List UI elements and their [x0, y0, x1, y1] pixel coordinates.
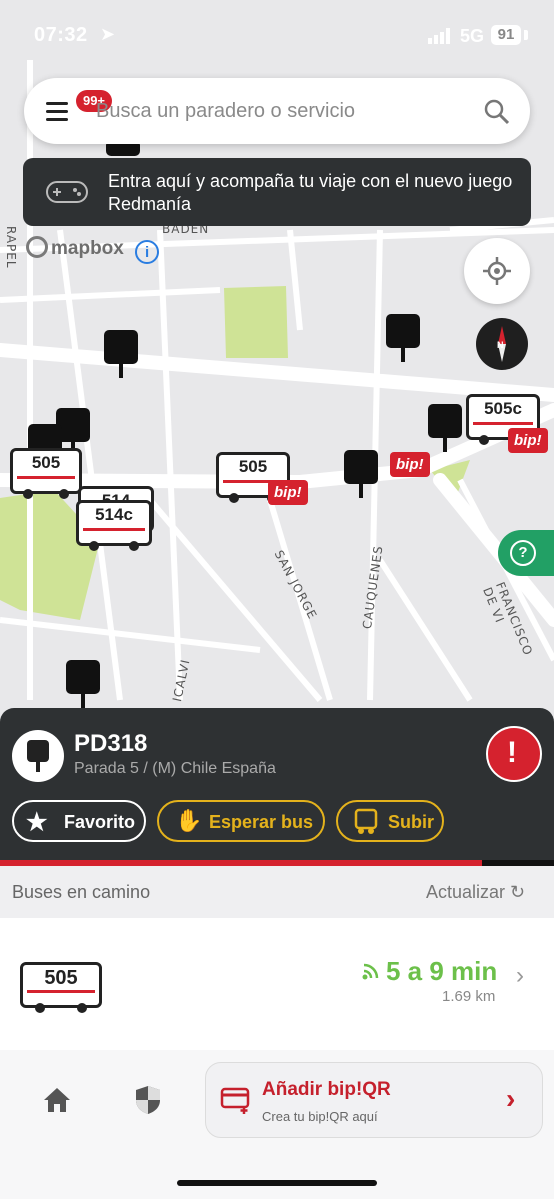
- board-label: Subir: [388, 812, 435, 832]
- search-bar[interactable]: 99+ Busca un paradero o servicio: [24, 78, 530, 144]
- bus-stop-icon[interactable]: [66, 660, 100, 710]
- gamepad-icon: [46, 181, 88, 203]
- add-bipqr-button[interactable]: Añadir bip!QR Crea tu bip!QR aquí ›: [205, 1062, 543, 1138]
- bip-point-marker[interactable]: bip!: [268, 480, 308, 505]
- locate-me-button[interactable]: [464, 238, 530, 304]
- status-bar: 07:32 ➤ 5G 91: [0, 0, 554, 70]
- bus-board-icon: [354, 808, 378, 834]
- redmania-banner[interactable]: Entra aquí y acompaña tu viaje con el nu…: [23, 158, 531, 226]
- stop-panel: PD318 Parada 5 / (M) Chile España ! ★ Fa…: [0, 708, 554, 866]
- bipqr-title: Añadir bip!QR: [262, 1079, 391, 1100]
- bus-stop-icon[interactable]: [386, 314, 420, 364]
- mapbox-attribution[interactable]: mapbox i: [26, 236, 160, 264]
- refresh-button[interactable]: Actualizar ↻: [426, 882, 525, 903]
- star-icon: ★: [26, 809, 48, 836]
- report-alert-button[interactable]: !: [486, 726, 542, 782]
- bus-marker[interactable]: 505: [10, 448, 82, 499]
- bus-stop-icon[interactable]: [104, 330, 138, 380]
- bus-marker[interactable]: 514c: [76, 500, 152, 551]
- bus-eta: 5 a 9 min: [386, 956, 498, 986]
- chevron-right-icon: ›: [516, 962, 524, 989]
- info-icon[interactable]: i: [135, 240, 160, 264]
- buses-section-header: Buses en camino Actualizar ↻: [0, 866, 554, 918]
- battery-level: 91: [491, 25, 521, 45]
- bus-route-label: 514c: [95, 505, 133, 524]
- location-arrow-icon: ➤: [100, 24, 116, 44]
- compass-north-label: N: [497, 340, 504, 350]
- hand-raise-icon: ✋: [175, 808, 203, 833]
- wait-bus-label: Esperar bus: [209, 812, 314, 832]
- bip-point-marker[interactable]: bip!: [508, 428, 548, 453]
- bus-stop-icon[interactable]: [428, 404, 462, 454]
- bus-distance: 1.69 km: [442, 988, 496, 1005]
- bipqr-subtitle: Crea tu bip!QR aquí: [262, 1109, 378, 1124]
- bus-route-badge: 505: [20, 962, 102, 1013]
- stop-name: Parada 5 / (M) Chile España: [74, 760, 276, 777]
- bus-stop-icon: [12, 730, 64, 782]
- network-type: 5G: [460, 26, 485, 46]
- bus-route-label: 505: [31, 453, 61, 472]
- status-time: 07:32: [34, 24, 88, 46]
- street-label: RAPEL: [4, 226, 18, 269]
- menu-icon[interactable]: [46, 102, 68, 126]
- shield-icon[interactable]: [134, 1084, 162, 1116]
- refresh-icon: ↻: [510, 882, 526, 902]
- bottom-navigation: Añadir bip!QR Crea tu bip!QR aquí ›: [0, 1050, 554, 1199]
- banner-text: Entra aquí y acompaña tu viaje con el nu…: [108, 171, 513, 214]
- signal-icon: [428, 28, 450, 44]
- mapbox-label: mapbox: [51, 238, 124, 259]
- bus-arrival-row[interactable]: 505 5 a 9 min 1.69 km ›: [0, 918, 554, 1050]
- battery-icon: [524, 30, 528, 40]
- mapbox-logo-icon: [26, 236, 48, 258]
- bus-route-label: 505c: [484, 399, 522, 418]
- home-indicator: [177, 1180, 377, 1186]
- help-button[interactable]: ?: [498, 530, 554, 576]
- favorite-label: Favorito: [64, 812, 136, 832]
- refresh-label: Actualizar: [426, 882, 506, 902]
- bus-stop-icon[interactable]: [344, 450, 378, 500]
- bus-route-label: 505: [238, 457, 268, 476]
- question-icon: ?: [510, 540, 536, 566]
- wait-bus-button[interactable]: ✋ Esperar bus: [157, 800, 325, 842]
- stop-code: PD318: [74, 730, 148, 757]
- section-title: Buses en camino: [12, 882, 151, 902]
- favorite-button[interactable]: ★ Favorito: [12, 800, 146, 842]
- board-button[interactable]: Subir: [336, 800, 444, 842]
- bip-point-marker[interactable]: bip!: [390, 452, 430, 477]
- exclamation-icon: !: [507, 736, 517, 769]
- compass-button[interactable]: N: [476, 318, 528, 370]
- bus-route-label: 505: [44, 967, 78, 989]
- crosshair-icon: [483, 257, 511, 285]
- realtime-signal-icon: [362, 963, 379, 980]
- card-add-icon: [220, 1087, 250, 1114]
- home-icon[interactable]: [42, 1086, 72, 1114]
- chevron-right-icon: ›: [506, 1083, 516, 1114]
- search-icon[interactable]: [484, 99, 510, 125]
- search-input[interactable]: Busca un paradero o servicio: [96, 100, 355, 123]
